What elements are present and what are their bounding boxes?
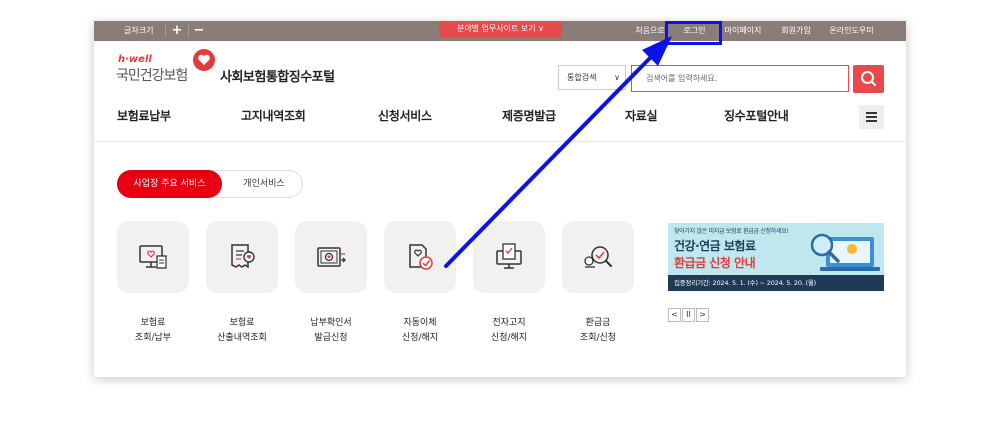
pointer-arrow-icon [444,36,672,268]
